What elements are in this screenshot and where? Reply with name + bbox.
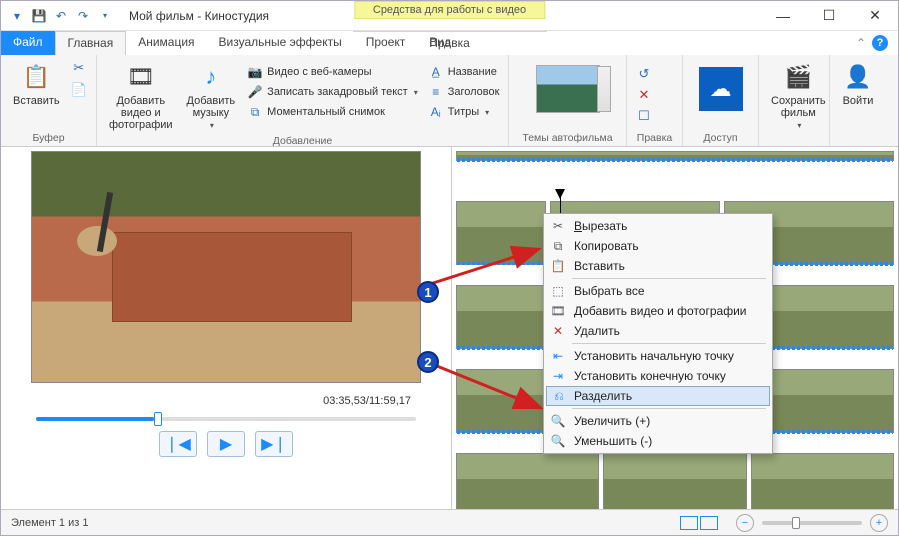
group-add-label: Добавление [105,133,500,147]
start-point-icon: ⇤ [550,348,566,364]
clip-thumb[interactable] [456,453,599,509]
select-all-icon: ⬚ [550,283,566,299]
voiceover-button[interactable]: 🎤Записать закадровый текст▾ [245,83,420,101]
context-menu: ✂ВВырезатьырезать ⧉Копировать 📋Вставить … [543,213,773,454]
scissors-icon: ✂ [550,218,566,234]
group-themes-label: Темы автофильма [517,130,618,144]
onedrive-button[interactable]: ☁ [699,67,743,111]
zoom-slider[interactable] [762,521,862,525]
next-frame-button[interactable]: ▶❘ [255,431,293,457]
group-buffer-label: Буфер [9,130,88,144]
zoom-out-button[interactable]: − [736,514,754,532]
clipboard-icon: 📋 [20,61,52,93]
collapse-ribbon-icon[interactable]: ⌃ [856,36,866,50]
undo-icon[interactable]: ↶ [53,8,69,24]
camera-icon: 📷 [247,64,263,80]
help-icon[interactable]: ? [872,35,888,51]
split-icon: ⎌ [551,388,567,404]
maximize-button[interactable]: ☐ [806,1,852,31]
tab-file[interactable]: Файл [1,31,55,55]
clip-thumb[interactable] [603,453,746,509]
ctx-set-start[interactable]: ⇤Установить начальную точку [546,346,770,366]
snapshot-icon: ⧉ [247,104,263,120]
ctx-copy[interactable]: ⧉Копировать [546,236,770,256]
header-icon: ≡ [428,84,444,100]
clip-thumb[interactable] [456,151,894,161]
ctx-zoom-in[interactable]: 🔍Увеличить (+) [546,411,770,431]
select-all-icon[interactable]: ☐ [635,107,653,125]
status-element-count: Элемент 1 из 1 [11,517,88,529]
ctx-set-end[interactable]: ⇥Установить конечную точку [546,366,770,386]
ctx-zoom-out[interactable]: 🔍Уменьшить (-) [546,431,770,451]
save-movie-icon: 🎬 [782,61,814,93]
copy-icon[interactable]: 📄 [70,81,88,99]
ctx-select-all[interactable]: ⬚Выбрать все [546,281,770,301]
add-music-button[interactable]: ♪ Добавить музыку▾ [183,59,240,132]
group-edit-label: Правка [635,130,674,144]
annotation-badge-2: 2 [417,351,439,373]
view-mode-1[interactable] [680,516,698,530]
add-video-photo-button[interactable]: 🎞 Добавить видео и фотографии [105,59,177,133]
tab-home[interactable]: Главная [55,31,127,55]
filmstrip-icon: 🎞 [550,303,566,319]
app-menu-icon[interactable]: ▾ [9,8,25,24]
copy-icon: ⧉ [550,238,566,254]
group-access-label: Доступ [691,130,750,144]
view-mode-2[interactable] [700,516,718,530]
ctx-split[interactable]: ⎌Разделить [546,386,770,406]
tab-visualfx[interactable]: Визуальные эффекты [207,31,354,55]
ctx-add-video-photo[interactable]: 🎞Добавить видео и фотографии [546,301,770,321]
save-icon[interactable]: 💾 [31,8,47,24]
window-title: Мой фильм - Киностудия [129,9,269,23]
preview-scrubber[interactable] [36,417,416,421]
remove-icon[interactable]: ✕ [635,86,653,104]
paste-icon: 📋 [550,258,566,274]
signin-button[interactable]: 👤 Войти [838,59,878,109]
zoom-thumb[interactable] [792,517,800,529]
caption-icon: Aᵢ [428,104,444,120]
redo-icon[interactable]: ↷ [75,8,91,24]
clip-thumb[interactable] [751,453,894,509]
snapshot-button[interactable]: ⧉Моментальный снимок [245,103,420,121]
zoom-in-icon: 🔍 [550,413,566,429]
timecode-display: 03:35,53/11:59,17 [323,395,411,407]
paste-button[interactable]: 📋 Вставить [9,59,64,109]
music-icon: ♪ [195,61,227,93]
prev-frame-button[interactable]: ❘◀ [159,431,197,457]
name-button[interactable]: A̲Название [426,63,502,81]
title-icon: A̲ [428,64,444,80]
end-point-icon: ⇥ [550,368,566,384]
minimize-button[interactable]: — [760,1,806,31]
automovie-theme-gallery[interactable] [536,65,600,113]
delete-icon: ✕ [550,323,566,339]
video-tools-contextual-tab: Средства для работы с видео [354,1,545,19]
filmstrip-icon: 🎞 [125,61,157,93]
header-button[interactable]: ≡Заголовок [426,83,502,101]
video-preview[interactable] [31,151,421,383]
annotation-badge-1: 1 [417,281,439,303]
scrubber-thumb[interactable] [154,412,162,426]
close-button[interactable]: ✕ [852,1,898,31]
zoom-in-button[interactable]: + [870,514,888,532]
ctx-paste[interactable]: 📋Вставить [546,256,770,276]
qat-dropdown-icon[interactable]: ▾ [97,8,113,24]
tab-animation[interactable]: Анимация [126,31,206,55]
tab-video-edit[interactable]: Правка [353,31,547,54]
save-movie-button[interactable]: 🎬 Сохранить фильм▾ [767,59,830,132]
webcam-button[interactable]: 📷Видео с веб-камеры [245,63,420,81]
ctx-cut[interactable]: ✂ВВырезатьырезать [546,216,770,236]
play-button[interactable]: ▶ [207,431,245,457]
ctx-delete[interactable]: ✕Удалить [546,321,770,341]
user-icon: 👤 [842,61,874,93]
rotate-left-icon[interactable]: ↺ [635,65,653,83]
clip-thumb[interactable] [456,201,546,265]
captions-button[interactable]: AᵢТитры▾ [426,103,502,121]
zoom-out-icon: 🔍 [550,433,566,449]
mic-icon: 🎤 [247,84,263,100]
cut-icon[interactable]: ✂ [70,59,88,77]
